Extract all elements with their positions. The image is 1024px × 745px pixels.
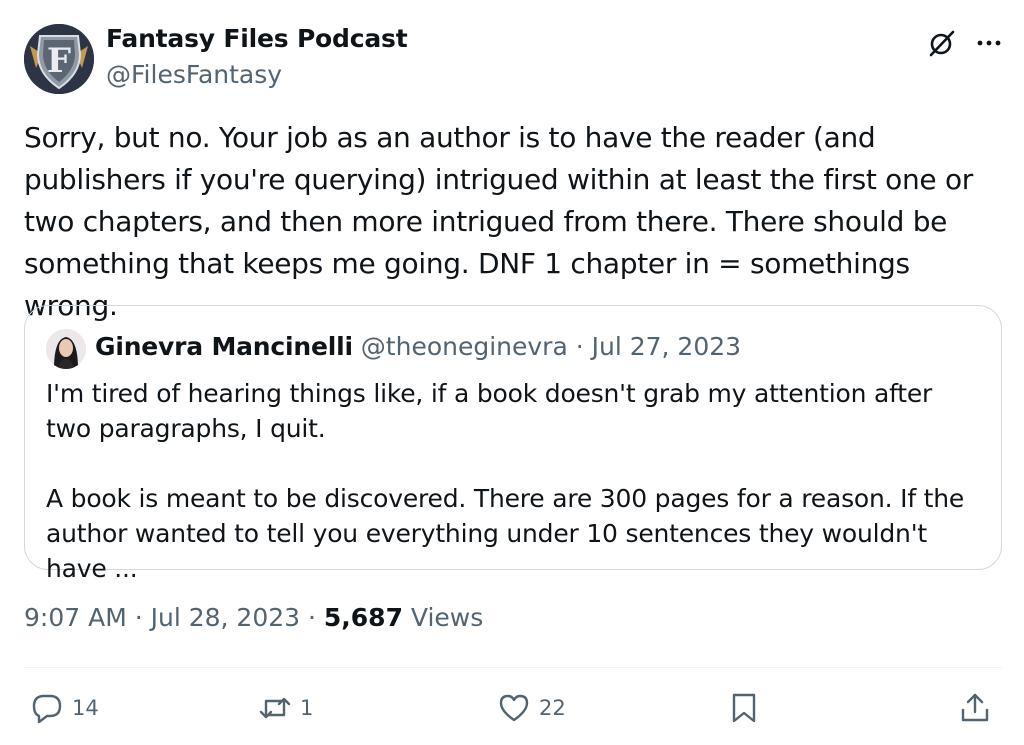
bookmark-button[interactable] — [727, 688, 761, 728]
more-icon[interactable] — [974, 28, 1004, 58]
quoted-handle-date[interactable]: @theoneginevra · Jul 27, 2023 — [361, 332, 741, 361]
tweet-text: Sorry, but no. Your job as an author is … — [24, 121, 973, 322]
tweet-meta: 9:07 AM · Jul 28, 2023 · 5,687 Views — [24, 603, 483, 632]
quoted-author-name[interactable]: Ginevra Mancinelli — [95, 332, 353, 361]
quoted-text: I'm tired of hearing things like, if a b… — [46, 376, 981, 586]
quoted-tweet[interactable]: Ginevra Mancinelli @theoneginevra · Jul … — [24, 305, 1002, 583]
quoted-paragraph-2: A book is meant to be discovered. There … — [46, 484, 965, 583]
views-count: 5,687 — [323, 603, 403, 632]
bookmark-icon — [732, 693, 756, 723]
reply-count: 14 — [72, 696, 99, 720]
share-button[interactable] — [958, 688, 992, 728]
svg-text:F: F — [47, 41, 71, 81]
author-handle[interactable]: @FilesFantasy — [106, 60, 282, 89]
reply-icon — [32, 694, 62, 724]
views-label: Views — [410, 603, 484, 632]
author-display-name[interactable]: Fantasy Files Podcast — [106, 24, 408, 53]
quoted-paragraph-1: I'm tired of hearing things like, if a b… — [46, 379, 933, 443]
divider — [24, 667, 1002, 668]
repost-count: 1 — [300, 696, 314, 720]
tweet: F Fantasy Files Podcast @FilesFantasy So… — [0, 0, 1024, 745]
heart-icon — [499, 694, 529, 722]
repost-icon — [259, 697, 291, 719]
repost-button[interactable]: 1 — [258, 688, 313, 728]
author-avatar[interactable]: F — [24, 24, 94, 94]
like-button[interactable]: 22 — [497, 688, 566, 728]
like-count: 22 — [539, 696, 566, 720]
tweet-timestamp[interactable]: 9:07 AM · Jul 28, 2023 · — [24, 603, 324, 632]
shield-logo-icon: F — [24, 24, 94, 94]
quoted-author-avatar[interactable] — [46, 329, 86, 369]
person-photo-icon — [46, 329, 86, 369]
share-icon — [961, 693, 989, 722]
reply-button[interactable]: 14 — [30, 688, 99, 728]
quoted-header: Ginevra Mancinelli @theoneginevra · Jul … — [95, 332, 741, 361]
grok-icon[interactable] — [927, 28, 957, 58]
